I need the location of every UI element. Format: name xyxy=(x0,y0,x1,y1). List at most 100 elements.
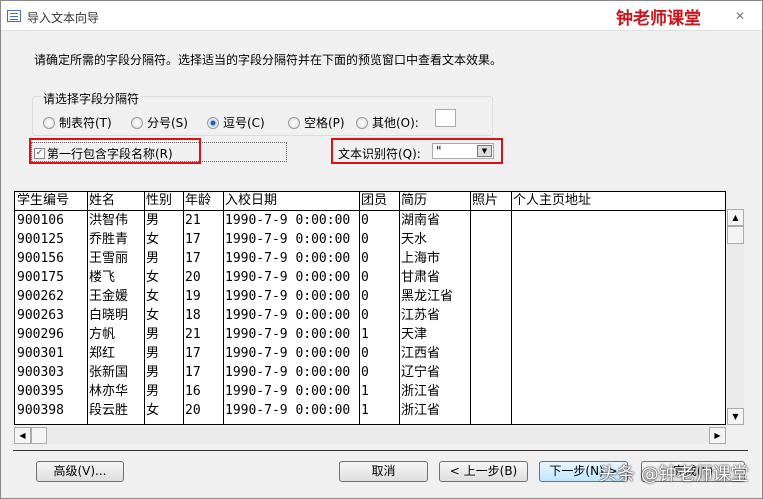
table-cell: 0 xyxy=(361,289,369,304)
table-cell: 天津 xyxy=(401,327,428,342)
table-cell: 王雪丽 xyxy=(89,251,129,266)
table-cell: 20 xyxy=(185,403,201,418)
table-cell: 甘肃省 xyxy=(401,270,441,285)
table-cell: 900156 xyxy=(17,251,64,266)
table-cell: 1990-7-9 0:00:00 xyxy=(225,251,351,266)
table-cell: 900398 xyxy=(17,403,64,418)
delimiter-group-label: 请选择字段分隔符 xyxy=(41,90,142,107)
table-cell: 900301 xyxy=(17,346,64,361)
table-cell: 1990-7-9 0:00:00 xyxy=(225,270,351,285)
scroll-up-icon[interactable]: ▲ xyxy=(727,209,744,226)
table-cell: 900262 xyxy=(17,289,64,304)
table-cell: 21 xyxy=(185,213,201,228)
table-cell: 上海市 xyxy=(401,251,441,266)
preview-grid[interactable]: 学生编号 姓名 性别 年龄 入校日期 团员 简历 照片 个人主页地址 900106 洪智伟男 21 19… xyxy=(14,191,726,425)
column-header[interactable]: 姓名 xyxy=(87,192,115,210)
radio-tab[interactable]: 制表符(T) xyxy=(43,114,112,131)
table-cell: 女 xyxy=(146,403,160,418)
cancel-button[interactable]: 取消 xyxy=(339,461,428,482)
instruction-text: 请确定所需的字段分隔符。选择适当的字段分隔符并在下面的预览窗口中查看文本效果。 xyxy=(34,53,503,67)
column-header[interactable]: 年龄 xyxy=(183,192,211,210)
title-bar: 导入文本向导 钟老师课堂 ✕ xyxy=(1,1,762,31)
table-cell: 辽宁省 xyxy=(401,365,441,380)
table-cell: 900175 xyxy=(17,270,64,285)
table-cell: 湖南省 xyxy=(401,213,441,228)
table-row: 900262 王金媛 女 19 1990-7-9 0:00:00 0 黑龙江省 xyxy=(15,287,725,306)
app-icon xyxy=(7,10,21,22)
radio-icon xyxy=(131,116,143,129)
table-cell: 0 xyxy=(361,213,369,228)
table-cell: 0 xyxy=(361,365,369,380)
table-row: 900301 郑红 男 17 1990-7-9 0:00:00 0 江西省 xyxy=(15,344,725,363)
column-header[interactable]: 学生编号 xyxy=(15,192,69,210)
scroll-right-icon[interactable]: ▶ xyxy=(709,427,726,444)
table-cell: 18 xyxy=(185,308,201,323)
table-cell: 0 xyxy=(361,270,369,285)
table-cell: 江苏省 xyxy=(401,308,441,323)
scroll-thumb[interactable] xyxy=(727,226,744,244)
radio-icon xyxy=(288,116,300,129)
radio-semicolon[interactable]: 分号(S) xyxy=(131,114,188,131)
table-row: 900175 楼飞 女 20 1990-7-9 0:00:00 0 甘肃省 xyxy=(15,268,725,287)
table-cell: 1990-7-9 0:00:00 xyxy=(225,346,351,361)
table-cell: 男 xyxy=(146,365,160,380)
radio-comma[interactable]: 逗号(C) xyxy=(207,114,265,131)
table-row: 900125 乔胜青 女 17 1990-7-9 0:00:00 0 天水 xyxy=(15,230,725,249)
table-cell: 900106 xyxy=(17,213,64,228)
table-cell: 19 xyxy=(185,289,201,304)
advanced-button[interactable]: 高级(V)... xyxy=(36,461,124,482)
table-cell: 900296 xyxy=(17,327,64,342)
scroll-left-icon[interactable]: ◀ xyxy=(14,427,31,444)
table-cell: 浙江省 xyxy=(401,403,441,418)
table-cell: 1 xyxy=(361,384,369,399)
table-cell: 1990-7-9 0:00:00 xyxy=(225,213,351,228)
close-icon[interactable]: ✕ xyxy=(735,9,745,23)
radio-icon xyxy=(356,116,368,129)
column-header[interactable]: 简历 xyxy=(399,192,427,210)
radio-other[interactable]: 其他(O): xyxy=(356,114,419,131)
radio-label: 逗号(C) xyxy=(223,116,265,130)
table-cell: 17 xyxy=(185,232,201,247)
table-cell: 张新国 xyxy=(89,365,129,380)
brand-logo-text: 钟老师课堂 xyxy=(616,9,701,29)
watermark: 头条 @钟老师课堂 xyxy=(599,464,749,485)
table-cell: 900395 xyxy=(17,384,64,399)
table-cell: 段云胜 xyxy=(89,403,129,418)
table-cell: 天水 xyxy=(401,232,428,247)
radio-label: 制表符(T) xyxy=(59,116,112,130)
table-cell: 女 xyxy=(146,308,160,323)
horizontal-scrollbar[interactable]: ◀ ▶ xyxy=(14,427,726,444)
table-cell: 1990-7-9 0:00:00 xyxy=(225,289,351,304)
table-cell: 1 xyxy=(361,327,369,342)
table-cell: 王金媛 xyxy=(89,289,129,304)
table-cell: 0 xyxy=(361,232,369,247)
table-cell: 江西省 xyxy=(401,346,441,361)
other-delimiter-input[interactable] xyxy=(435,109,456,127)
scroll-down-icon[interactable]: ▼ xyxy=(727,408,744,425)
table-row: 900106 洪智伟 男 21 1990-7-9 0:00:00 0 湖南省 xyxy=(15,211,725,230)
table-row: 900303 张新国 男 17 1990-7-9 0:00:00 0 辽宁省 xyxy=(15,363,725,382)
import-text-wizard-dialog: 导入文本向导 钟老师课堂 ✕ 请确定所需的字段分隔符。选择适当的字段分隔符并在下… xyxy=(0,0,763,499)
window-title: 导入文本向导 xyxy=(27,11,100,25)
table-cell: 1990-7-9 0:00:00 xyxy=(225,308,351,323)
table-row: 900398 段云胜 女 20 1990-7-9 0:00:00 1 浙江省 xyxy=(15,401,725,420)
column-header[interactable]: 性别 xyxy=(144,192,172,210)
table-cell: 男 xyxy=(146,384,160,399)
table-cell: 女 xyxy=(146,232,160,247)
table-row: 900156 王雪丽 男 17 1990-7-9 0:00:00 0 上海市 xyxy=(15,249,725,268)
table-cell: 男 xyxy=(146,251,160,266)
column-header[interactable]: 照片 xyxy=(470,192,498,210)
table-cell: 洪智伟 xyxy=(89,213,129,228)
highlight-box xyxy=(29,138,201,164)
scroll-thumb[interactable] xyxy=(31,427,47,444)
table-cell: 0 xyxy=(361,346,369,361)
radio-space[interactable]: 空格(P) xyxy=(288,114,345,131)
column-header[interactable]: 个人主页地址 xyxy=(511,192,591,210)
back-button[interactable]: < 上一步(B) xyxy=(439,461,528,482)
vertical-scrollbar[interactable]: ▲ ▼ xyxy=(727,209,744,425)
column-header[interactable]: 入校日期 xyxy=(223,192,277,210)
table-row: 900263 白晓明 女 18 1990-7-9 0:00:00 0 江苏省 xyxy=(15,306,725,325)
table-cell: 女 xyxy=(146,270,160,285)
table-cell: 0 xyxy=(361,251,369,266)
column-header[interactable]: 团员 xyxy=(359,192,387,210)
